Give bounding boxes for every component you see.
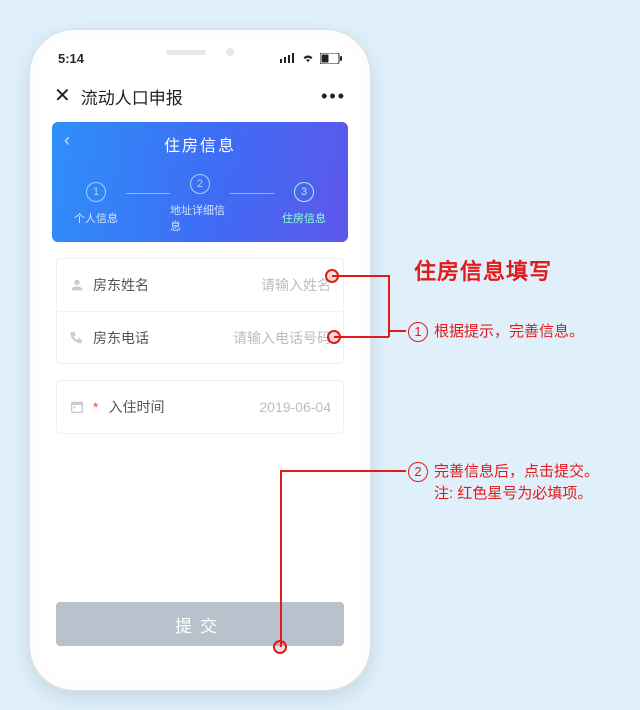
submit-button[interactable]: 提交 xyxy=(56,602,344,646)
calendar-icon xyxy=(69,399,85,415)
annotation-lead xyxy=(388,331,390,337)
hero-banner: ‹ 住房信息 1 个人信息 2 地址详细信息 3 住房信息 xyxy=(52,122,348,242)
annotation-dot xyxy=(325,269,339,283)
annotation-lead xyxy=(280,470,406,472)
close-icon[interactable]: ✕ xyxy=(54,86,71,106)
hero-title: 住房信息 xyxy=(66,130,334,156)
back-icon[interactable]: ‹ xyxy=(64,130,70,151)
field-placeholder: 请输入姓名 xyxy=(261,275,331,295)
step-line xyxy=(126,193,170,194)
annotation-lead xyxy=(332,275,388,277)
step-1: 1 个人信息 xyxy=(66,182,126,226)
annotation-2: 2完善信息后，点击提交。 注: 红色星号为必填项。 xyxy=(408,460,599,503)
annotation-lead xyxy=(388,275,390,336)
annotation-number: 1 xyxy=(408,322,428,342)
annotation-number: 2 xyxy=(408,462,428,482)
more-icon[interactable]: ••• xyxy=(321,86,346,107)
annotation-lead xyxy=(388,330,406,332)
step-line xyxy=(230,193,274,194)
field-label: 房东电话 xyxy=(93,328,149,348)
field-label: 入住时间 xyxy=(108,397,164,417)
phone-icon xyxy=(69,330,85,346)
form-card-1: 房东姓名 请输入姓名 房东电话 请输入电话号码 xyxy=(56,258,344,364)
status-right xyxy=(280,53,342,64)
battery-icon xyxy=(320,53,342,64)
step-indicator: 1 个人信息 2 地址详细信息 3 住房信息 xyxy=(66,174,334,234)
step-2: 2 地址详细信息 xyxy=(170,174,230,234)
phone-frame: 5:14 ✕ 流动人口申报 ••• ‹ 住房信息 1 个人信息 2 地址详细信息 xyxy=(30,30,370,690)
signal-icon xyxy=(280,53,296,63)
annotation-lead xyxy=(334,336,389,338)
nav-bar: ✕ 流动人口申报 ••• xyxy=(40,76,360,116)
form-card-2: * 入住时间 2019-06-04 xyxy=(56,380,344,434)
annotation-dot xyxy=(327,330,341,344)
annotation-lead xyxy=(280,470,282,647)
field-label: 房东姓名 xyxy=(93,275,149,295)
field-landlord-name[interactable]: 房东姓名 请输入姓名 xyxy=(57,259,343,311)
wifi-icon xyxy=(301,53,315,63)
annotation-1: 1根据提示，完善信息。 xyxy=(408,320,584,342)
field-landlord-phone[interactable]: 房东电话 请输入电话号码 xyxy=(57,311,343,363)
field-value: 2019-06-04 xyxy=(259,399,331,415)
annotation-title: 住房信息填写 xyxy=(414,254,552,286)
step-3: 3 住房信息 xyxy=(274,182,334,226)
required-mark: * xyxy=(93,399,98,415)
page-title: 流动人口申报 xyxy=(81,84,183,109)
status-time: 5:14 xyxy=(58,51,84,66)
field-checkin-date[interactable]: * 入住时间 2019-06-04 xyxy=(57,381,343,433)
annotation-dot xyxy=(273,640,287,654)
person-icon xyxy=(69,277,85,293)
notch xyxy=(130,39,270,65)
field-placeholder: 请输入电话号码 xyxy=(233,328,331,348)
